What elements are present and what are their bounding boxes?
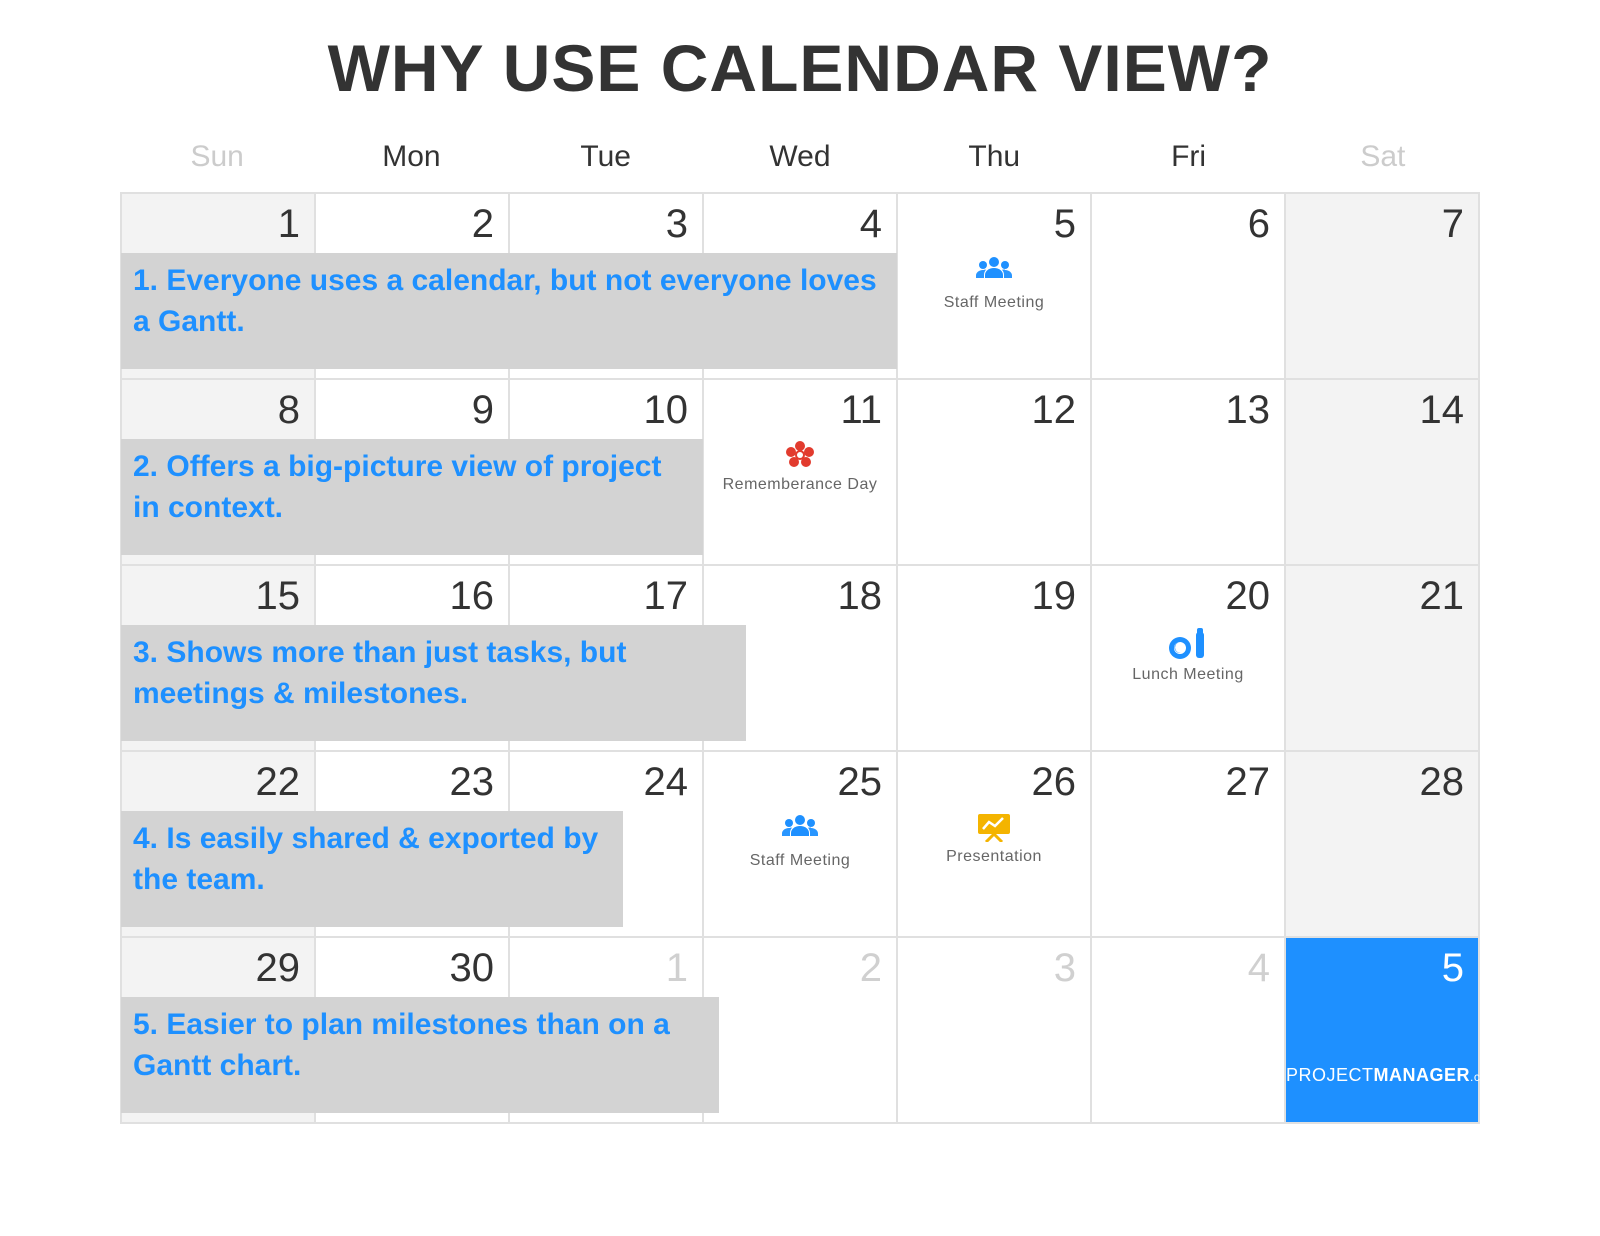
day-number: 17: [644, 574, 689, 619]
calendar-event[interactable]: Lunch Meeting: [1092, 626, 1284, 684]
weekday-label: Fri: [1091, 134, 1285, 180]
calendar-cell[interactable]: 7: [1285, 193, 1479, 379]
day-number: 9: [472, 388, 494, 433]
calendar-cell[interactable]: 3: [897, 937, 1091, 1123]
annotation-2: 2. Offers a big-picture view of project …: [121, 439, 703, 555]
day-number: 13: [1226, 388, 1271, 433]
day-number: 18: [838, 574, 883, 619]
day-number: 5: [1054, 202, 1076, 247]
annotation-1: 1. Everyone uses a calendar, but not eve…: [121, 253, 897, 369]
calendar-cell[interactable]: 6: [1091, 193, 1285, 379]
calendar-cell[interactable]: 14: [1285, 379, 1479, 565]
day-number: 26: [1032, 760, 1077, 805]
event-label: Staff Meeting: [704, 852, 896, 870]
calendar-cell[interactable]: 13: [1091, 379, 1285, 565]
day-number: 21: [1420, 574, 1465, 619]
day-number: 4: [860, 202, 882, 247]
day-number: 3: [666, 202, 688, 247]
day-number: 3: [1054, 946, 1076, 991]
calendar-cell[interactable]: 4: [1091, 937, 1285, 1123]
annotation-5: 5. Easier to plan milestones than on a G…: [121, 997, 719, 1113]
calendar-event[interactable]: Staff Meeting: [898, 254, 1090, 312]
day-number: 22: [256, 760, 301, 805]
day-number: 2: [860, 946, 882, 991]
brand-logo: PROJECTMANAGER.com: [1286, 1065, 1478, 1086]
day-number: 27: [1226, 760, 1271, 805]
day-number: 25: [838, 760, 883, 805]
calendar-grid: 1. Everyone uses a calendar, but not eve…: [120, 192, 1480, 1124]
lunch-icon: [1092, 626, 1284, 660]
day-number: 12: [1032, 388, 1077, 433]
day-number: 2: [472, 202, 494, 247]
event-label: Presentation: [898, 848, 1090, 866]
staff-meeting-icon: [898, 254, 1090, 288]
day-number: 4: [1248, 946, 1270, 991]
calendar-cell[interactable]: 5 PROJECTMANAGER.com: [1285, 937, 1479, 1123]
day-number: 7: [1442, 202, 1464, 247]
weekday-header: SunMonTueWedThuFriSat: [120, 134, 1480, 180]
calendar-cell[interactable]: 28: [1285, 751, 1479, 937]
flower-icon: [704, 440, 896, 470]
calendar-event[interactable]: Rememberance Day: [704, 440, 896, 494]
staff-meeting-icon: [704, 812, 896, 846]
day-number: 29: [256, 946, 301, 991]
day-number: 1: [278, 202, 300, 247]
presentation-icon: [898, 812, 1090, 842]
calendar-cell[interactable]: 12: [897, 379, 1091, 565]
calendar-cell[interactable]: 2: [703, 937, 897, 1123]
event-label: Lunch Meeting: [1092, 666, 1284, 684]
day-number: 16: [450, 574, 495, 619]
page-title: WHY USE CALENDAR VIEW?: [120, 30, 1480, 106]
event-label: Rememberance Day: [704, 476, 896, 494]
calendar-cell[interactable]: 5 Staff Meeting: [897, 193, 1091, 379]
annotation-4: 4. Is easily shared & exported by the te…: [121, 811, 623, 927]
annotation-3: 3. Shows more than just tasks, but meeti…: [121, 625, 746, 741]
day-number: 23: [450, 760, 495, 805]
day-number: 5: [1442, 946, 1464, 991]
day-number: 19: [1032, 574, 1077, 619]
event-label: Staff Meeting: [898, 294, 1090, 312]
calendar-event[interactable]: Staff Meeting: [704, 812, 896, 870]
day-number: 1: [666, 946, 688, 991]
weekday-label: Sat: [1286, 134, 1480, 180]
weekday-label: Tue: [509, 134, 703, 180]
calendar-cell[interactable]: 25 Staff Meeting: [703, 751, 897, 937]
day-number: 10: [644, 388, 689, 433]
weekday-label: Thu: [897, 134, 1091, 180]
day-number: 28: [1420, 760, 1465, 805]
calendar-cell[interactable]: 27: [1091, 751, 1285, 937]
weekday-label: Sun: [120, 134, 314, 180]
day-number: 24: [644, 760, 689, 805]
day-number: 11: [840, 388, 882, 433]
calendar-event[interactable]: Presentation: [898, 812, 1090, 866]
day-number: 20: [1226, 574, 1271, 619]
calendar-cell[interactable]: 11 Rememberance Day: [703, 379, 897, 565]
calendar-cell[interactable]: 21: [1285, 565, 1479, 751]
day-number: 14: [1420, 388, 1465, 433]
calendar-cell[interactable]: 20 Lunch Meeting: [1091, 565, 1285, 751]
weekday-label: Mon: [314, 134, 508, 180]
day-number: 6: [1248, 202, 1270, 247]
calendar-cell[interactable]: 26 Presentation: [897, 751, 1091, 937]
day-number: 15: [256, 574, 301, 619]
calendar-cell[interactable]: 19: [897, 565, 1091, 751]
day-number: 30: [450, 946, 495, 991]
day-number: 8: [278, 388, 300, 433]
weekday-label: Wed: [703, 134, 897, 180]
